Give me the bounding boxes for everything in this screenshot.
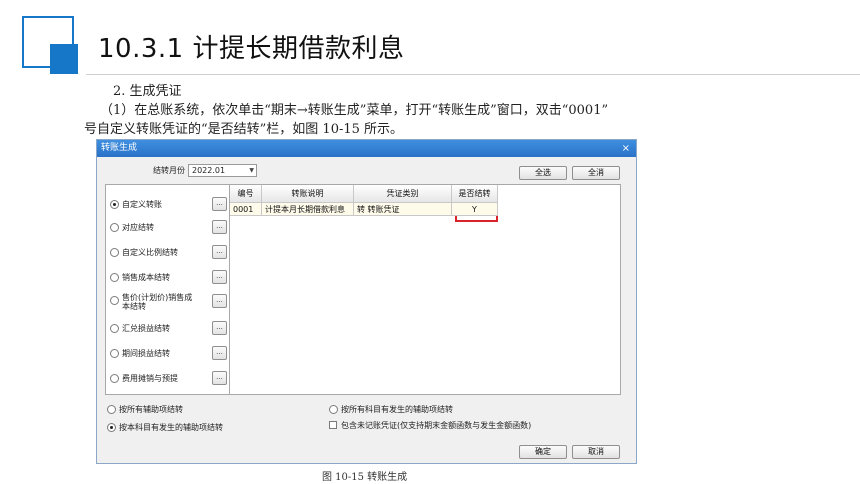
option-label: 费用摊销与预提: [122, 374, 178, 383]
step-heading: 2. 生成凭证: [113, 84, 182, 99]
instruction-line-2: 号自定义转账凭证的“是否结转”栏，如图 10-15 所示。: [84, 122, 404, 137]
radio-selected-icon[interactable]: [107, 423, 116, 432]
transfer-option[interactable]: 自定义转账...: [110, 197, 228, 219]
option-label: 售价(计划价)销售成本结转: [122, 293, 193, 311]
option-settings-button[interactable]: ...: [212, 270, 227, 284]
option-settings-button[interactable]: ...: [212, 346, 227, 360]
radio-icon[interactable]: [107, 405, 116, 414]
option-by-account-aux[interactable]: 按本科目有发生的辅助项结转: [107, 422, 307, 434]
option-settings-button[interactable]: ...: [212, 245, 227, 259]
select-all-button[interactable]: 全选: [519, 166, 567, 180]
radio-icon[interactable]: [110, 223, 119, 232]
option-label: 自定义转账: [122, 200, 162, 209]
instruction-line-1: （1）在总账系统，依次单击“期末→转账生成”菜单，打开“转账生成”窗口，双击“0…: [100, 103, 609, 118]
dialog-title: 转账生成: [101, 143, 138, 153]
option-label: 汇兑损益结转: [122, 324, 170, 333]
option-settings-button[interactable]: ...: [212, 294, 227, 308]
radio-icon[interactable]: [110, 273, 119, 282]
close-icon[interactable]: ×: [622, 140, 630, 157]
radio-icon[interactable]: [110, 248, 119, 257]
column-header[interactable]: 是否结转: [452, 185, 498, 203]
month-value: 2022.01: [192, 166, 226, 175]
dialog-titlebar: 转账生成 ×: [97, 140, 636, 157]
radio-icon[interactable]: [110, 324, 119, 333]
option-settings-button[interactable]: ...: [212, 220, 227, 234]
checkbox-icon[interactable]: [329, 421, 337, 429]
option-settings-button[interactable]: ...: [212, 197, 227, 211]
option-label: 销售成本结转: [122, 273, 170, 282]
option-settings-button[interactable]: ...: [212, 321, 227, 335]
radio-icon[interactable]: [329, 405, 338, 414]
table-cell[interactable]: 计提本月长期借款利息: [262, 203, 354, 216]
table-cell[interactable]: Y: [452, 203, 498, 216]
option-label: 包含未记账凭证(仅支持期末金额函数与发生金额函数): [341, 421, 532, 430]
option-by-account-all-aux[interactable]: 按所有科目有发生的辅助项结转: [329, 404, 609, 416]
transfer-option[interactable]: 自定义比例结转...: [110, 245, 228, 267]
radio-icon[interactable]: [110, 349, 119, 358]
month-label: 结转月份: [153, 166, 185, 175]
month-select[interactable]: 2022.01 ▼: [188, 164, 257, 177]
radio-icon[interactable]: [110, 296, 119, 305]
cancel-button[interactable]: 取消: [572, 445, 620, 459]
option-label: 按所有科目有发生的辅助项结转: [341, 405, 453, 414]
decorative-square-fill: [50, 44, 78, 74]
option-label: 期间损益结转: [122, 349, 170, 358]
transfer-option[interactable]: 销售成本结转...: [110, 270, 228, 292]
option-settings-button[interactable]: ...: [212, 371, 227, 385]
page-title: 10.3.1 计提长期借款利息: [98, 34, 405, 64]
transfer-grid: 编号 转账说明 凭证类别 是否结转 0001 计提本月长期借款利息转 转账凭证 Y: [229, 184, 621, 395]
column-header[interactable]: 转账说明: [262, 185, 354, 203]
title-divider: [86, 74, 860, 75]
option-label: 自定义比例结转: [122, 248, 178, 257]
transfer-option[interactable]: 费用摊销与预提...: [110, 371, 228, 393]
transfer-option[interactable]: 期间损益结转...: [110, 346, 228, 368]
option-by-aux-all[interactable]: 按所有辅助项结转: [107, 404, 307, 416]
transfer-generate-dialog: 转账生成 × 结转月份 2022.01 ▼ 全选 全消 自定义转账... 对应结转…: [96, 139, 637, 464]
option-include-unposted[interactable]: 包含未记账凭证(仅支持期末金额函数与发生金额函数): [329, 420, 629, 432]
table-cell[interactable]: 转 转账凭证: [354, 203, 452, 216]
radio-icon[interactable]: [110, 374, 119, 383]
ok-button[interactable]: 确定: [519, 445, 567, 459]
transfer-option[interactable]: 对应结转...: [110, 220, 228, 242]
radio-selected-icon[interactable]: [110, 200, 119, 209]
option-label: 对应结转: [122, 223, 154, 232]
transfer-option[interactable]: 汇兑损益结转...: [110, 321, 228, 343]
transfer-type-panel: 自定义转账... 对应结转... 自定义比例结转... 销售成本结转... 售价(计划价…: [105, 184, 230, 395]
column-header[interactable]: 凭证类别: [354, 185, 452, 203]
transfer-option[interactable]: 售价(计划价)销售成本结转...: [110, 293, 228, 316]
figure-caption: 图 10-15 转账生成: [322, 472, 408, 483]
clear-all-button[interactable]: 全消: [572, 166, 620, 180]
chevron-down-icon[interactable]: ▼: [249, 165, 254, 176]
column-header[interactable]: 编号: [230, 185, 262, 203]
table-cell[interactable]: 0001: [230, 203, 262, 216]
